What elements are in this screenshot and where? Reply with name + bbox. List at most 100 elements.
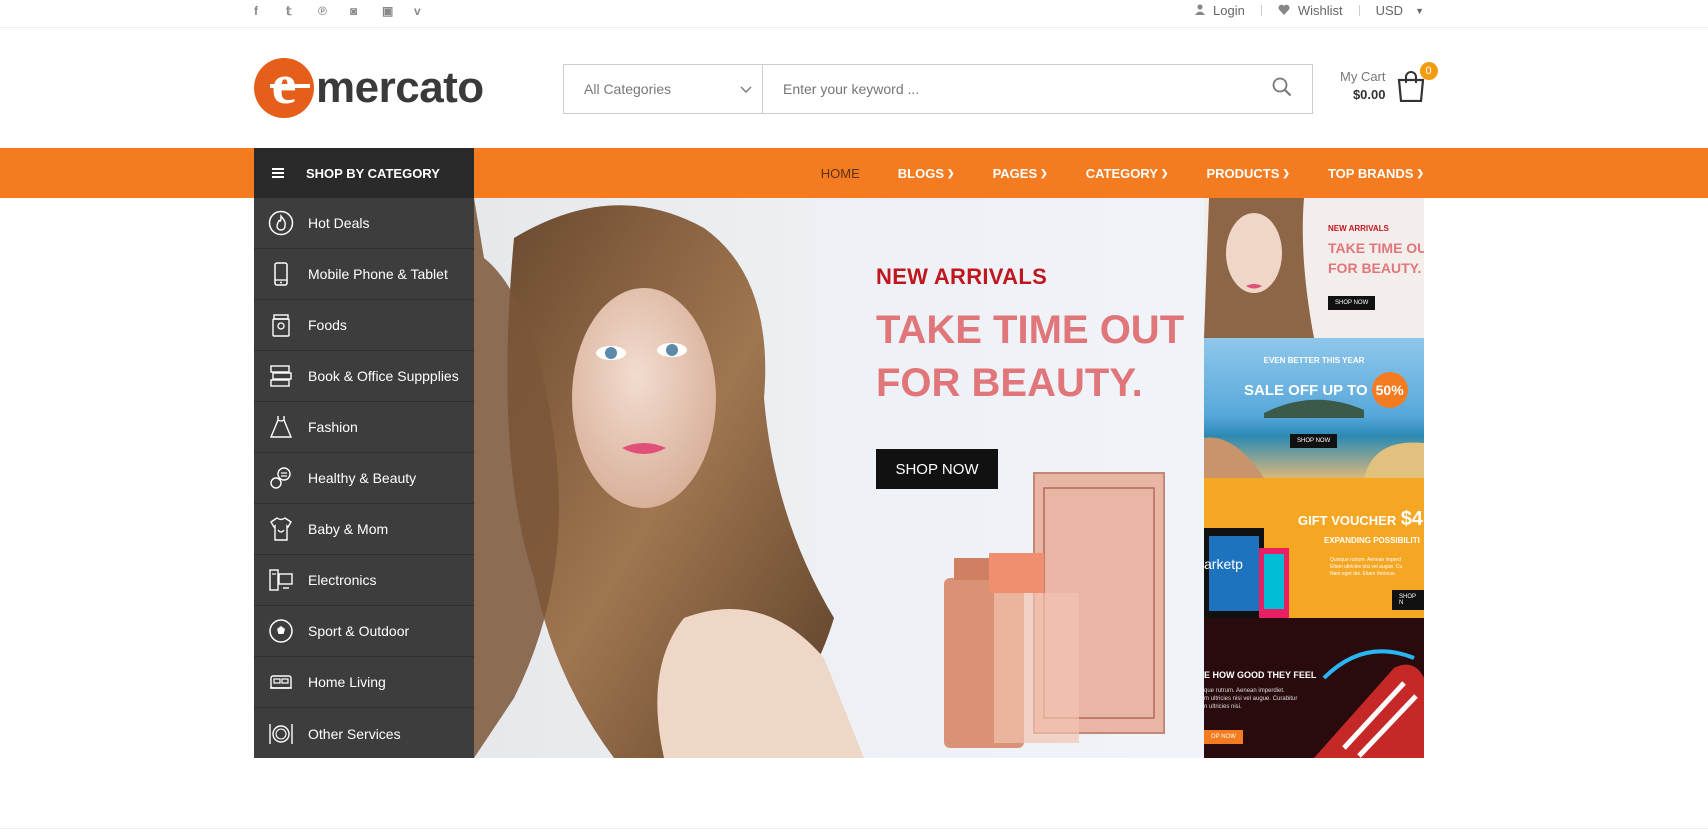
wishlist-link[interactable]: Wishlist [1298,3,1343,18]
sidebar-item-book-office[interactable]: Book & Office Suppplies [254,351,474,402]
pinterest-icon[interactable]: ℗ [318,4,350,20]
hero-headline-line2: FOR BEAUTY. [876,361,1143,405]
banner3-line1: GIFT VOUCHER [1298,513,1397,528]
baby-icon [268,516,294,542]
sidebar-item-fashion[interactable]: Fashion [254,402,474,453]
sidebar-item-home-living[interactable]: Home Living [254,657,474,708]
nav-blogs[interactable]: BLOGS ❯ [898,166,955,181]
banner-sneakers[interactable]: E HOW GOOD THEY FEEL que rutrum. Aenean … [1204,618,1424,758]
banner3-body3: Nam eget dui. Etiam rhoncus. [1330,571,1396,577]
banner1-kicker: NEW ARRIVALS [1328,224,1389,233]
banner2-headline: SALE OFF UP TO 50% [1244,372,1408,408]
shop-by-category-toggle[interactable]: SHOP BY CATEGORY [254,148,474,198]
banner4-body3: n ultricies nisi. [1204,704,1242,710]
banner3-headline: GIFT VOUCHER $4 [1298,508,1423,531]
logo-mark: e [254,58,314,118]
currency-select[interactable]: USD ▼ [1376,3,1424,18]
banner4-body1: que rutrum. Aenean imperdiet. [1204,688,1285,694]
hero-model-image [474,198,864,758]
chevron-down-icon: ❯ [947,167,955,178]
nav-pages[interactable]: PAGES ❯ [993,166,1048,181]
cutlery-icon [268,721,294,747]
chevron-down-icon: ❯ [1416,167,1424,178]
category-select-value: All Categories [584,81,672,97]
search-bar: All Categories [563,64,1313,114]
mini-cart[interactable]: My Cart $0.00 0 [1340,62,1438,104]
sidebar-item-sport-outdoor[interactable]: Sport & Outdoor [254,606,474,657]
main-nav: SHOP BY CATEGORY HOME BLOGS ❯ PAGES ❯ CATE… [0,148,1708,198]
banner-sneaker-image [1314,649,1424,758]
banner3-shop-now-button[interactable]: SHOP N [1392,590,1424,610]
shop-by-category-label: SHOP BY CATEGORY [306,165,440,181]
food-jar-icon [268,312,294,338]
chevron-down-icon [740,81,752,97]
perfume-product-image [944,472,1165,748]
beauty-icon [268,465,294,491]
cart-summary: My Cart $0.00 [1340,68,1386,104]
banner2-sale-text: SALE OFF UP TO [1244,381,1368,399]
nav-menu: HOME BLOGS ❯ PAGES ❯ CATEGORY ❯ PRODUCTS ❯ T… [783,148,1424,198]
top-bar: f 𝕥 ℗ ◙ ▣ v Login Wishlist USD ▼ [0,0,1708,28]
sidebar-item-healthy-beauty[interactable]: Healthy & Beauty [254,453,474,504]
facebook-icon[interactable]: f [254,4,286,20]
banner-new-arrivals[interactable]: NEW ARRIVALS TAKE TIME OU FOR BEAUTY. SH… [1204,198,1424,338]
category-select[interactable]: All Categories [564,65,763,113]
sidebar-item-foods[interactable]: Foods [254,300,474,351]
hero-shop-now-button[interactable]: SHOP NOW [876,449,998,489]
search-icon [1272,77,1292,102]
hero-headline-line1: TAKE TIME OUT [876,308,1185,352]
hero-copy: NEW ARRIVALS TAKE TIME OUT FOR BEAUTY. [876,264,1184,410]
banner-sale[interactable]: EVEN BETTER THIS YEAR SALE OFF UP TO 50%… [1204,338,1424,478]
currency-value: USD [1375,3,1404,18]
banner3-body2: Etiam ultricies nisi vel augue. Cu [1330,564,1403,570]
instagram-icon[interactable]: ◙ [350,4,382,20]
sidebar-item-label: Fashion [308,419,358,435]
banner1-line2: FOR BEAUTY. [1328,260,1422,276]
banner4-shop-now-button[interactable]: OP NOW [1204,730,1243,744]
cart-label: My Cart [1340,69,1386,84]
nav-category[interactable]: CATEGORY ❯ [1086,166,1169,181]
banner3-amount: $4 [1400,508,1423,530]
books-icon [268,363,294,389]
chevron-down-icon: ❯ [1160,167,1169,178]
search-input[interactable] [763,65,1252,113]
twitter-icon[interactable]: 𝕥 [286,4,318,20]
category-sidebar: Hot Deals Mobile Phone & Tablet Foods Bo… [254,198,474,758]
phone-icon [268,261,294,287]
sidebar-item-label: Hot Deals [308,215,370,231]
cart-amount: $0.00 [1352,87,1386,102]
nav-home[interactable]: HOME [821,166,860,181]
chevron-down-icon: ❯ [1040,167,1048,178]
banner4-body2: m ultricies nisi vel augue. Curabitur [1204,696,1298,702]
vimeo-icon[interactable]: v [414,4,446,20]
hamburger-icon [272,166,284,180]
sidebar-item-other-services[interactable]: Other Services [254,708,474,759]
cart-count-badge: 0 [1419,62,1438,80]
sidebar-item-label: Baby & Mom [308,521,389,537]
sidebar-item-hot-deals[interactable]: Hot Deals [254,198,474,249]
sidebar-item-label: Electronics [308,572,377,588]
sidebar-item-baby-mom[interactable]: Baby & Mom [254,504,474,555]
hero-kicker: NEW ARRIVALS [876,264,1048,289]
banner2-shop-now-button[interactable]: SHOP NOW [1290,434,1338,448]
sidebar-item-electronics[interactable]: Electronics [254,555,474,606]
site-logo[interactable]: e mercato [254,58,484,118]
search-button[interactable] [1252,65,1312,113]
banner-model-image [1204,198,1314,338]
youtube-icon[interactable]: ▣ [382,4,414,20]
sidebar-item-label: Book & Office Suppplies [308,368,459,384]
nav-top-brands[interactable]: TOP BRANDS ❯ [1328,166,1424,181]
banner2-kicker: EVEN BETTER THIS YEAR [1263,356,1365,365]
nav-pages-label: PAGES [992,165,1038,181]
nav-products[interactable]: PRODUCTS ❯ [1206,166,1290,181]
nav-home-label: HOME [820,165,860,181]
banner1-shop-now-button[interactable]: SHOP NOW [1328,296,1376,310]
login-link[interactable]: Login [1213,3,1245,18]
flame-icon [268,210,294,236]
nav-products-label: PRODUCTS [1206,165,1280,181]
sidebar-item-label: Mobile Phone & Tablet [308,266,448,282]
cart-bag-icon: 0 [1396,62,1438,103]
sidebar-item-mobile-phone-tablet[interactable]: Mobile Phone & Tablet [254,249,474,300]
banner-gift-voucher[interactable]: arketp GIFT VOUCHER $4 EXPANDING POSSIBI… [1204,478,1424,618]
hero-headline: TAKE TIME OUT FOR BEAUTY. [876,304,1184,410]
